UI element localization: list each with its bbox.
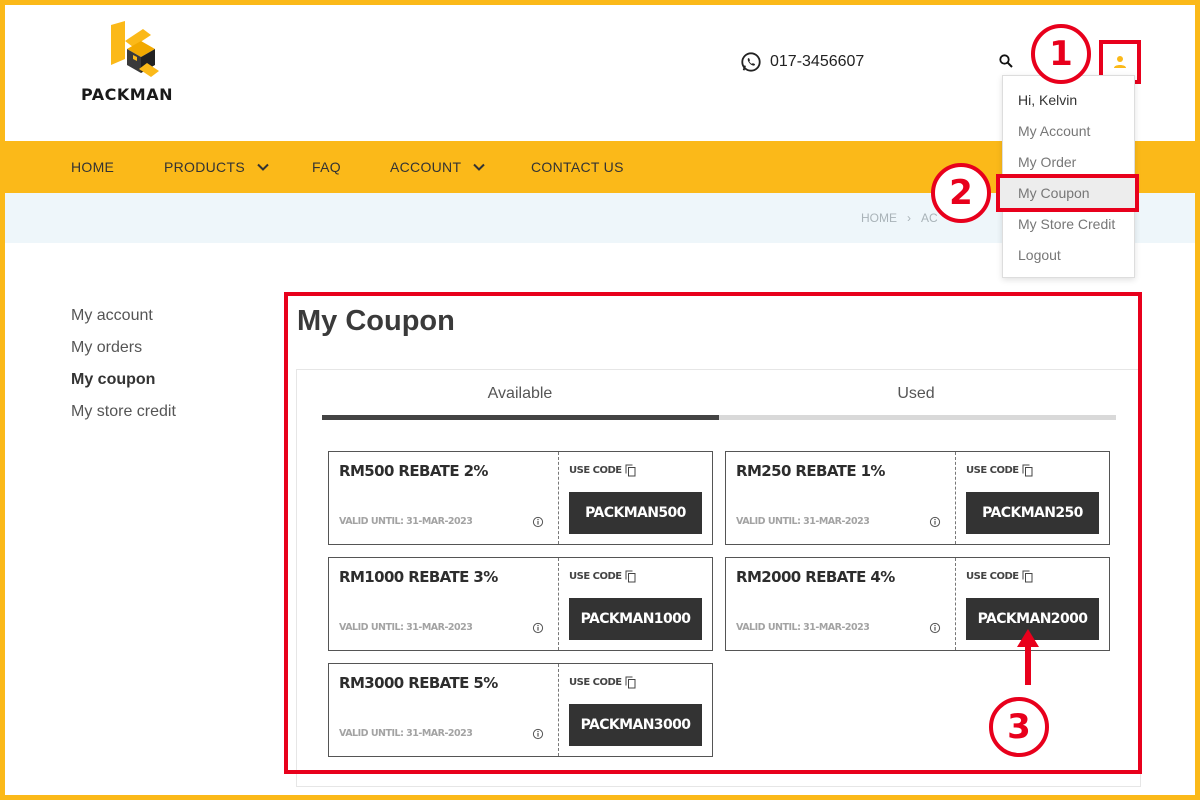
nav-faq[interactable]: FAQ <box>312 141 341 193</box>
annotation-step-1: 1 <box>1031 24 1091 84</box>
packman-logo[interactable]: PACKMAN <box>81 19 181 109</box>
nav-contact-label: CONTACT US <box>531 159 624 175</box>
sidebar-item-my-store-credit[interactable]: My store credit <box>71 401 176 433</box>
annotation-step-2: 2 <box>931 163 991 223</box>
dropdown-greeting: Hi, Kelvin <box>1018 92 1078 108</box>
chevron-down-icon <box>257 163 269 171</box>
phone-contact[interactable]: 017-3456607 <box>740 51 864 73</box>
sidebar-item-my-coupon[interactable]: My coupon <box>71 369 176 401</box>
whatsapp-icon <box>741 52 761 72</box>
user-icon <box>1114 56 1126 68</box>
breadcrumb: HOME › AC <box>861 211 938 225</box>
nav-account[interactable]: ACCOUNT <box>390 141 486 193</box>
phone-number: 017-3456607 <box>770 53 865 70</box>
search-icon[interactable] <box>998 53 1014 69</box>
nav-contact-us[interactable]: CONTACT US <box>531 141 624 193</box>
nav-home[interactable]: HOME <box>71 141 114 193</box>
annotation-step-3: 3 <box>989 697 1049 757</box>
breadcrumb-account[interactable]: AC <box>921 211 938 225</box>
dropdown-item-my-order[interactable]: My Order <box>1018 154 1076 170</box>
breadcrumb-home[interactable]: HOME <box>861 211 897 225</box>
nav-products[interactable]: PRODUCTS <box>164 141 269 193</box>
chevron-down-icon <box>473 163 486 171</box>
annotation-arrow-icon <box>1017 629 1039 685</box>
dropdown-item-my-account[interactable]: My Account <box>1018 123 1090 139</box>
logo-mark-icon <box>111 21 159 77</box>
dropdown-item-my-store-credit[interactable]: My Store Credit <box>1018 216 1115 232</box>
sidebar-item-my-orders[interactable]: My orders <box>71 337 176 369</box>
logo-text: PACKMAN <box>81 85 173 104</box>
nav-faq-label: FAQ <box>312 159 341 175</box>
nav-products-label: PRODUCTS <box>164 159 245 175</box>
nav-home-label: HOME <box>71 159 115 175</box>
account-sidebar: My account My orders My coupon My store … <box>71 305 176 433</box>
sidebar-item-my-account[interactable]: My account <box>71 305 176 337</box>
breadcrumb-separator-icon: › <box>907 211 911 225</box>
dropdown-item-my-coupon[interactable]: My Coupon <box>1018 185 1090 201</box>
dropdown-item-logout[interactable]: Logout <box>1018 247 1061 263</box>
nav-account-label: ACCOUNT <box>390 159 462 175</box>
page: PACKMAN 017-3456607 HOME PRODUCTS FAQ AC… <box>5 5 1195 795</box>
